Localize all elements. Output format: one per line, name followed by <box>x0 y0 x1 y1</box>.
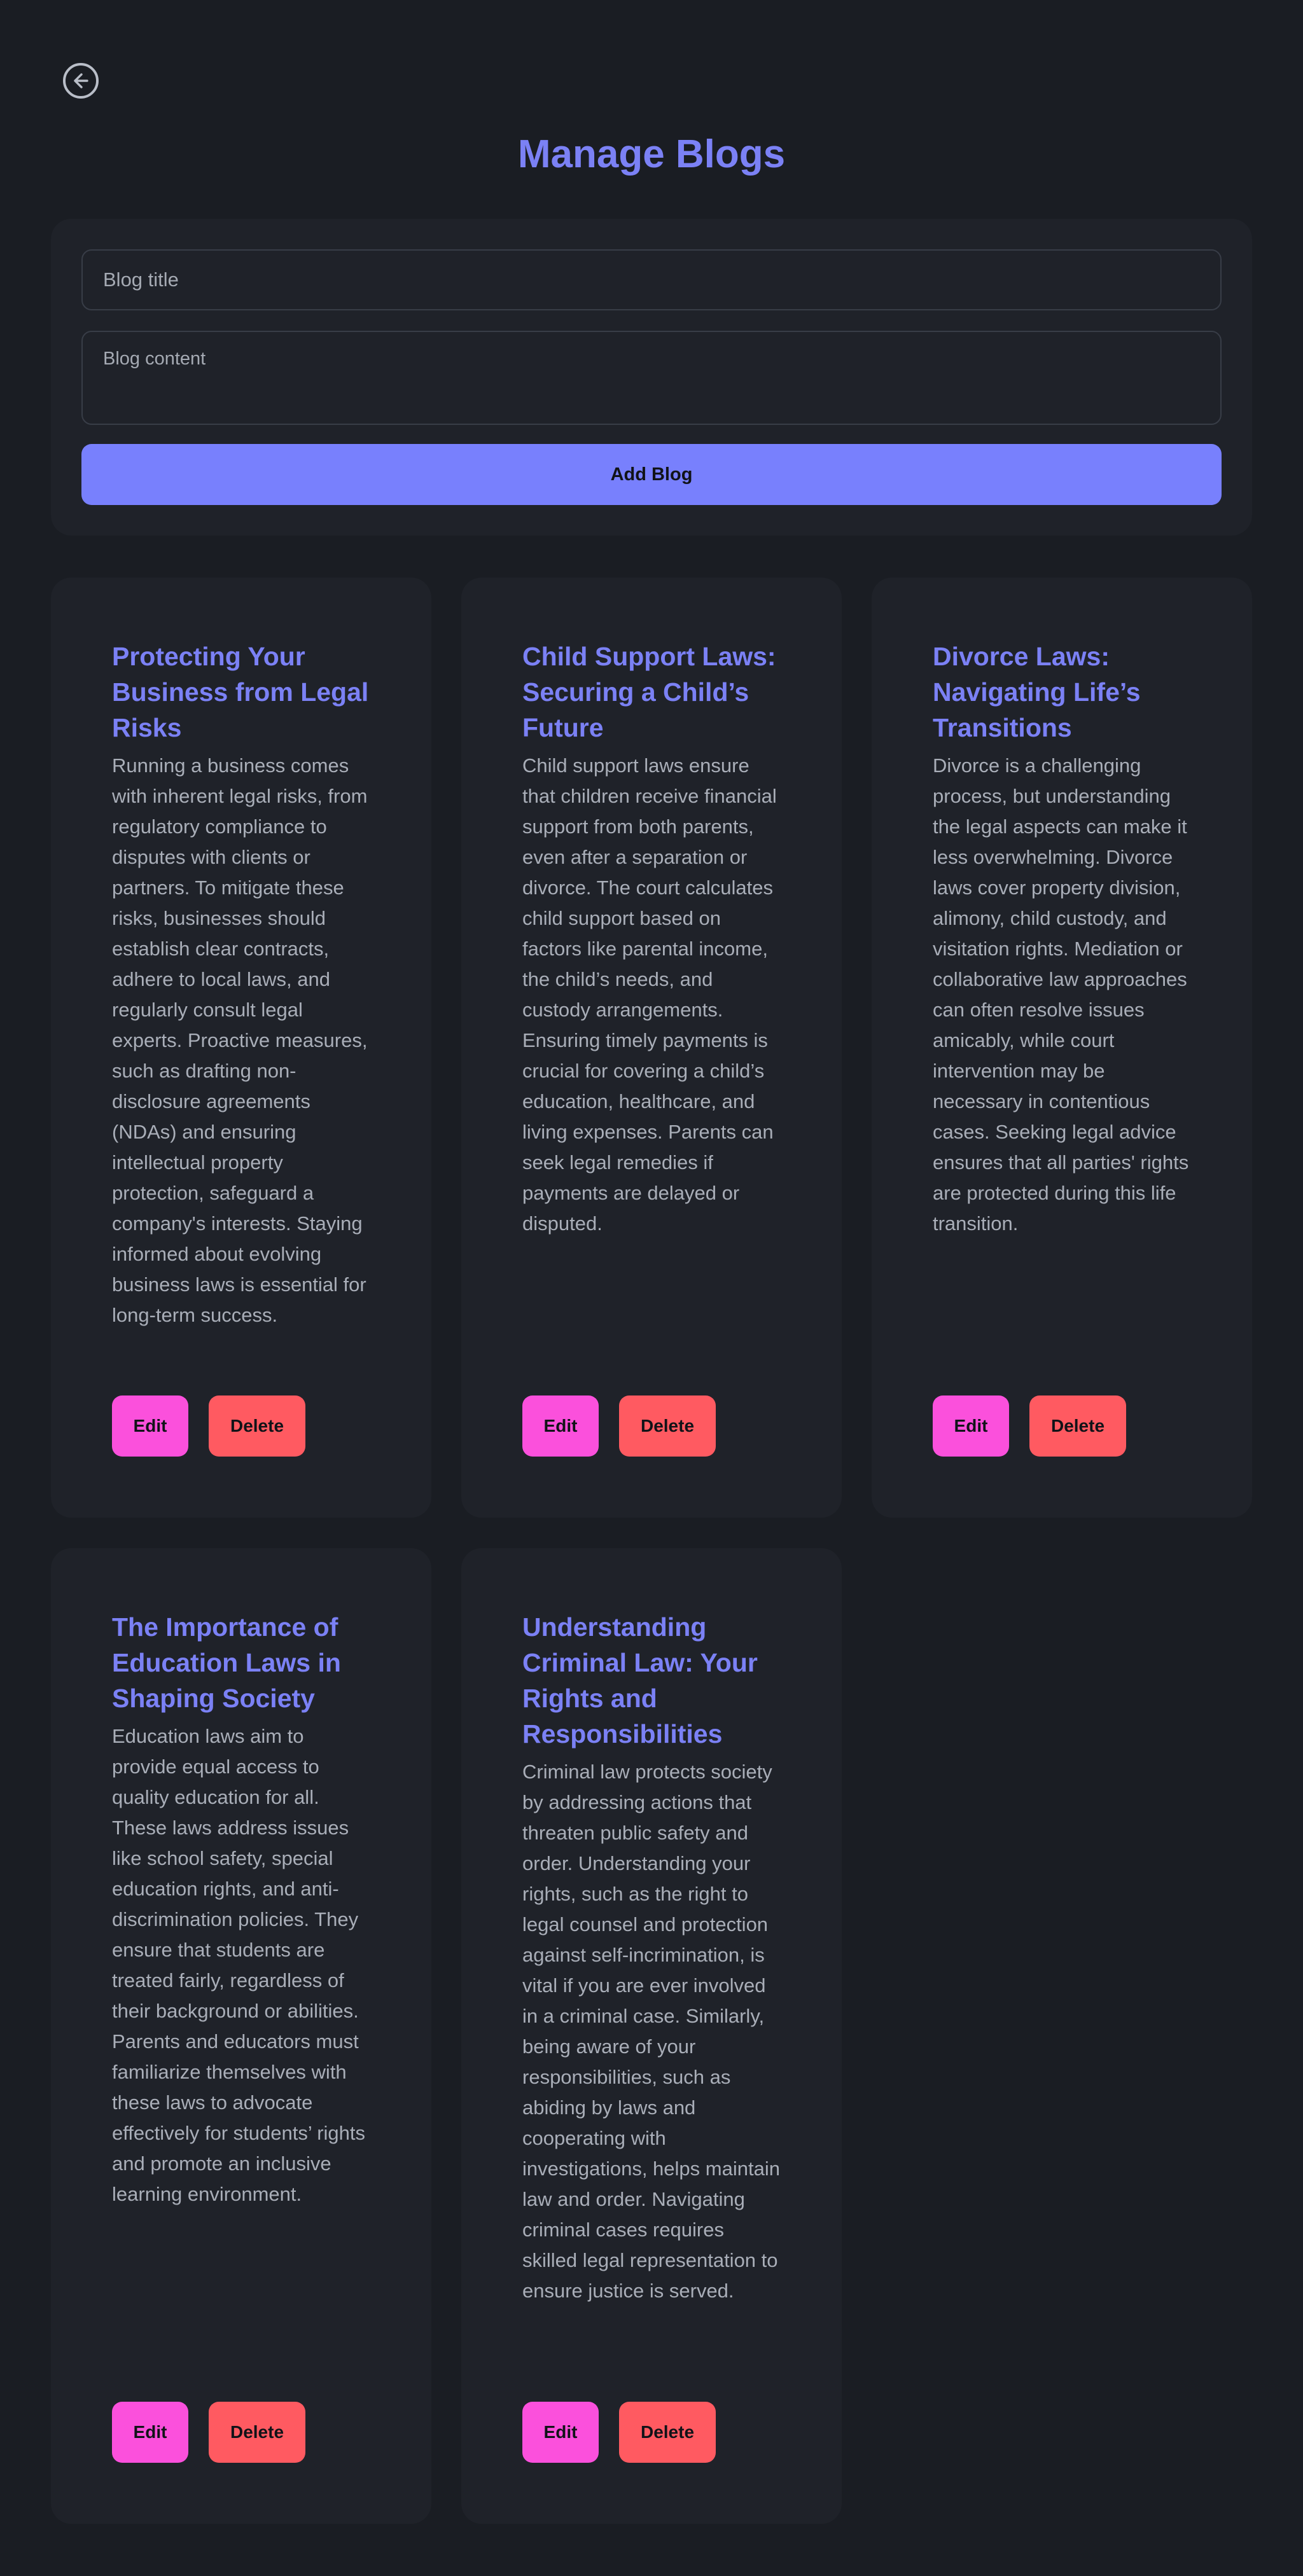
blog-card-title: Understanding Criminal Law: Your Rights … <box>522 1612 758 1748</box>
blog-card-title: The Importance of Education Laws in Shap… <box>112 1612 341 1713</box>
delete-button[interactable]: Delete <box>1029 1395 1126 1457</box>
blog-card-content: Running a business comes with inherent l… <box>112 754 368 1326</box>
blog-content-input[interactable] <box>81 331 1222 425</box>
back-button[interactable] <box>63 63 99 99</box>
blog-card-content: Child support laws ensure that children … <box>522 754 777 1235</box>
edit-button[interactable]: Edit <box>933 1395 1009 1457</box>
arrow-left-circle-icon <box>74 73 88 88</box>
blog-card: The Importance of Education Laws in Shap… <box>51 1548 431 2524</box>
edit-button[interactable]: Edit <box>112 1395 188 1457</box>
blog-card: Child Support Laws: Securing a Child’s F… <box>461 578 842 1518</box>
blog-card: Protecting Your Business from Legal Risk… <box>51 578 431 1518</box>
delete-button[interactable]: Delete <box>209 1395 305 1457</box>
delete-button[interactable]: Delete <box>619 2402 716 2463</box>
edit-button[interactable]: Edit <box>112 2402 188 2463</box>
blog-card-content: Criminal law protects society by address… <box>522 1761 780 2302</box>
edit-button[interactable]: Edit <box>522 2402 599 2463</box>
blog-card-title: Divorce Laws: Navigating Life’s Transiti… <box>933 642 1141 742</box>
blog-card: Divorce Laws: Navigating Life’s Transiti… <box>872 578 1252 1518</box>
add-blog-form: Add Blog <box>51 219 1252 536</box>
blog-card-content: Divorce is a challenging process, but un… <box>933 754 1189 1235</box>
delete-button[interactable]: Delete <box>619 1395 716 1457</box>
blog-title-input[interactable] <box>81 249 1222 310</box>
add-blog-button[interactable]: Add Blog <box>81 444 1222 505</box>
blog-card: Understanding Criminal Law: Your Rights … <box>461 1548 842 2524</box>
page-title: Manage Blogs <box>517 132 786 176</box>
delete-button[interactable]: Delete <box>209 2402 305 2463</box>
edit-button[interactable]: Edit <box>522 1395 599 1457</box>
blog-card-title: Protecting Your Business from Legal Risk… <box>112 642 369 742</box>
blog-card-content: Education laws aim to provide equal acce… <box>112 1725 366 2205</box>
blog-card-title: Child Support Laws: Securing a Child’s F… <box>522 642 776 742</box>
